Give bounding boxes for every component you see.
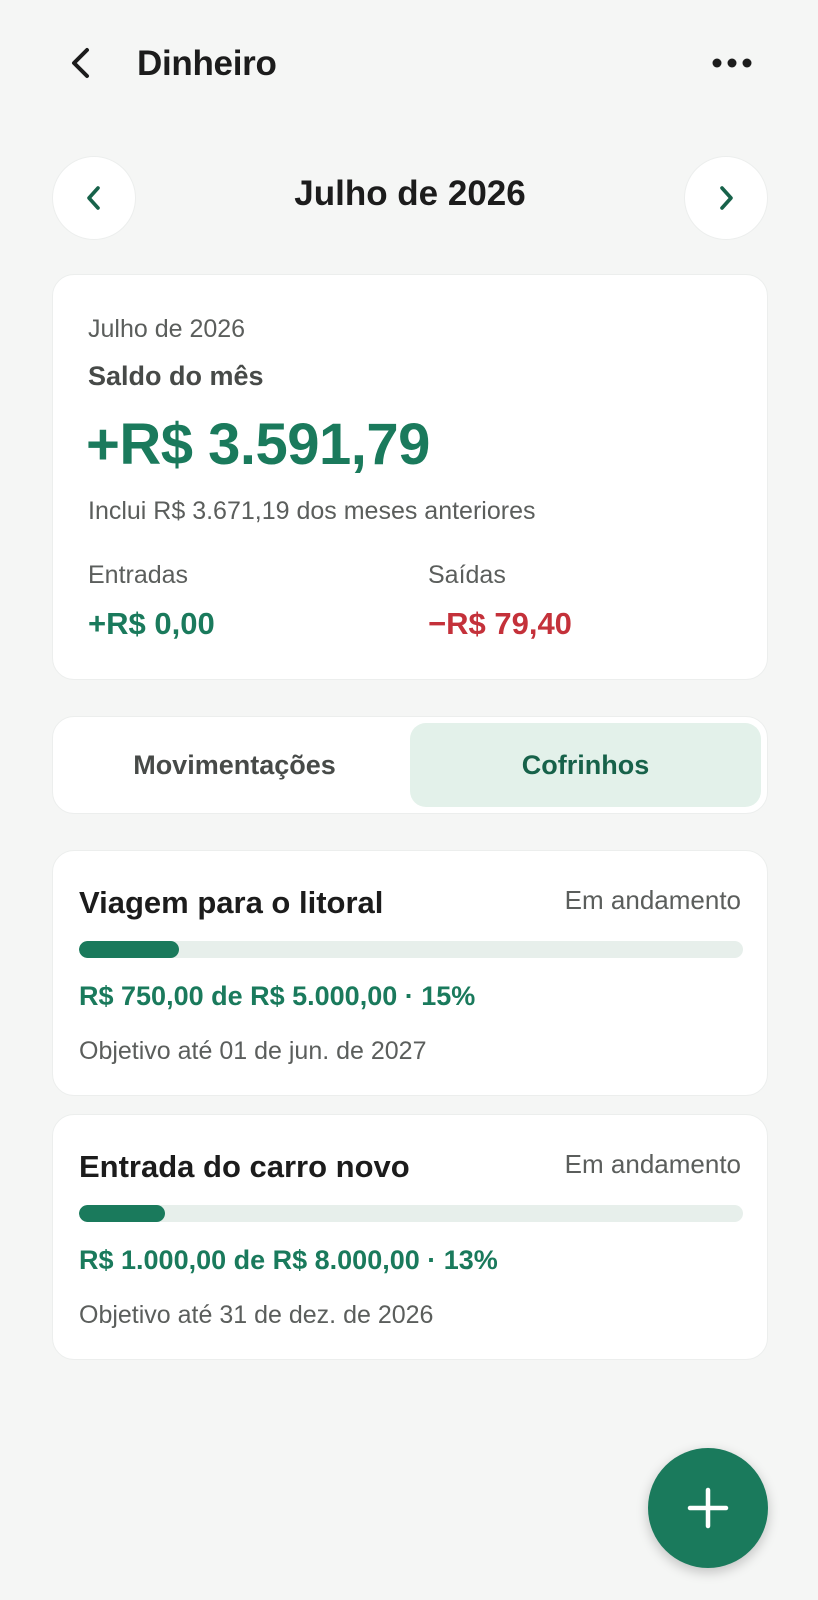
current-month-label: Julho de 2026 xyxy=(294,174,526,213)
back-button[interactable] xyxy=(58,40,104,86)
goal-progress-bar xyxy=(79,941,743,958)
goal-progress-bar xyxy=(79,1205,743,1222)
goal-deadline: Objetivo até 31 de dez. de 2026 xyxy=(79,1301,434,1329)
income-value: +R$ 0,00 xyxy=(88,606,215,641)
balance-amount: +R$ 3.591,79 xyxy=(86,412,430,477)
more-options-button[interactable] xyxy=(706,40,758,86)
expense-label: Saídas xyxy=(428,561,506,589)
balance-label: Saldo do mês xyxy=(88,361,264,391)
goal-status: Em andamento xyxy=(564,885,741,915)
more-horizontal-icon xyxy=(712,58,752,68)
money-screen: Dinheiro Julho de 2026 Julho de 2026 Sal… xyxy=(0,0,818,1600)
goal-status: Em andamento xyxy=(564,1149,741,1179)
goal-amount: R$ 750,00 de R$ 5.000,00 · 15% xyxy=(79,981,476,1011)
monthly-balance-card: Julho de 2026 Saldo do mês +R$ 3.591,79 … xyxy=(52,274,768,680)
tab-movimentacoes[interactable]: Movimentações xyxy=(59,723,410,807)
chevron-right-icon xyxy=(720,186,733,210)
expense-summary: Saídas −R$ 79,40 xyxy=(428,561,572,642)
goal-deadline: Objetivo até 01 de jun. de 2027 xyxy=(79,1037,427,1065)
piggy-bank-card[interactable]: Viagem para o litoral Em andamento R$ 75… xyxy=(52,850,768,1096)
goal-amount: R$ 1.000,00 de R$ 8.000,00 · 13% xyxy=(79,1245,498,1275)
tab-cofrinhos[interactable]: Cofrinhos xyxy=(410,723,761,807)
page-title: Dinheiro xyxy=(137,44,277,83)
plus-icon xyxy=(687,1487,729,1529)
income-summary: Entradas +R$ 0,00 xyxy=(88,561,215,642)
add-button[interactable] xyxy=(648,1448,768,1568)
goal-title: Viagem para o litoral xyxy=(79,885,384,920)
expense-value: −R$ 79,40 xyxy=(428,606,572,641)
balance-period: Julho de 2026 xyxy=(88,315,246,343)
month-selector: Julho de 2026 xyxy=(52,156,768,240)
balance-note: Inclui R$ 3.671,19 dos meses anteriores xyxy=(88,497,536,525)
piggy-bank-card[interactable]: Entrada do carro novo Em andamento R$ 1.… xyxy=(52,1114,768,1360)
goal-progress-fill xyxy=(79,1205,166,1222)
next-month-button[interactable] xyxy=(684,156,768,240)
goal-title: Entrada do carro novo xyxy=(79,1149,410,1184)
chevron-left-icon xyxy=(72,48,89,78)
income-label: Entradas xyxy=(88,561,189,589)
goal-progress-fill xyxy=(79,941,179,958)
app-bar: Dinheiro xyxy=(0,0,818,130)
section-tabs: Movimentações Cofrinhos xyxy=(52,716,768,814)
